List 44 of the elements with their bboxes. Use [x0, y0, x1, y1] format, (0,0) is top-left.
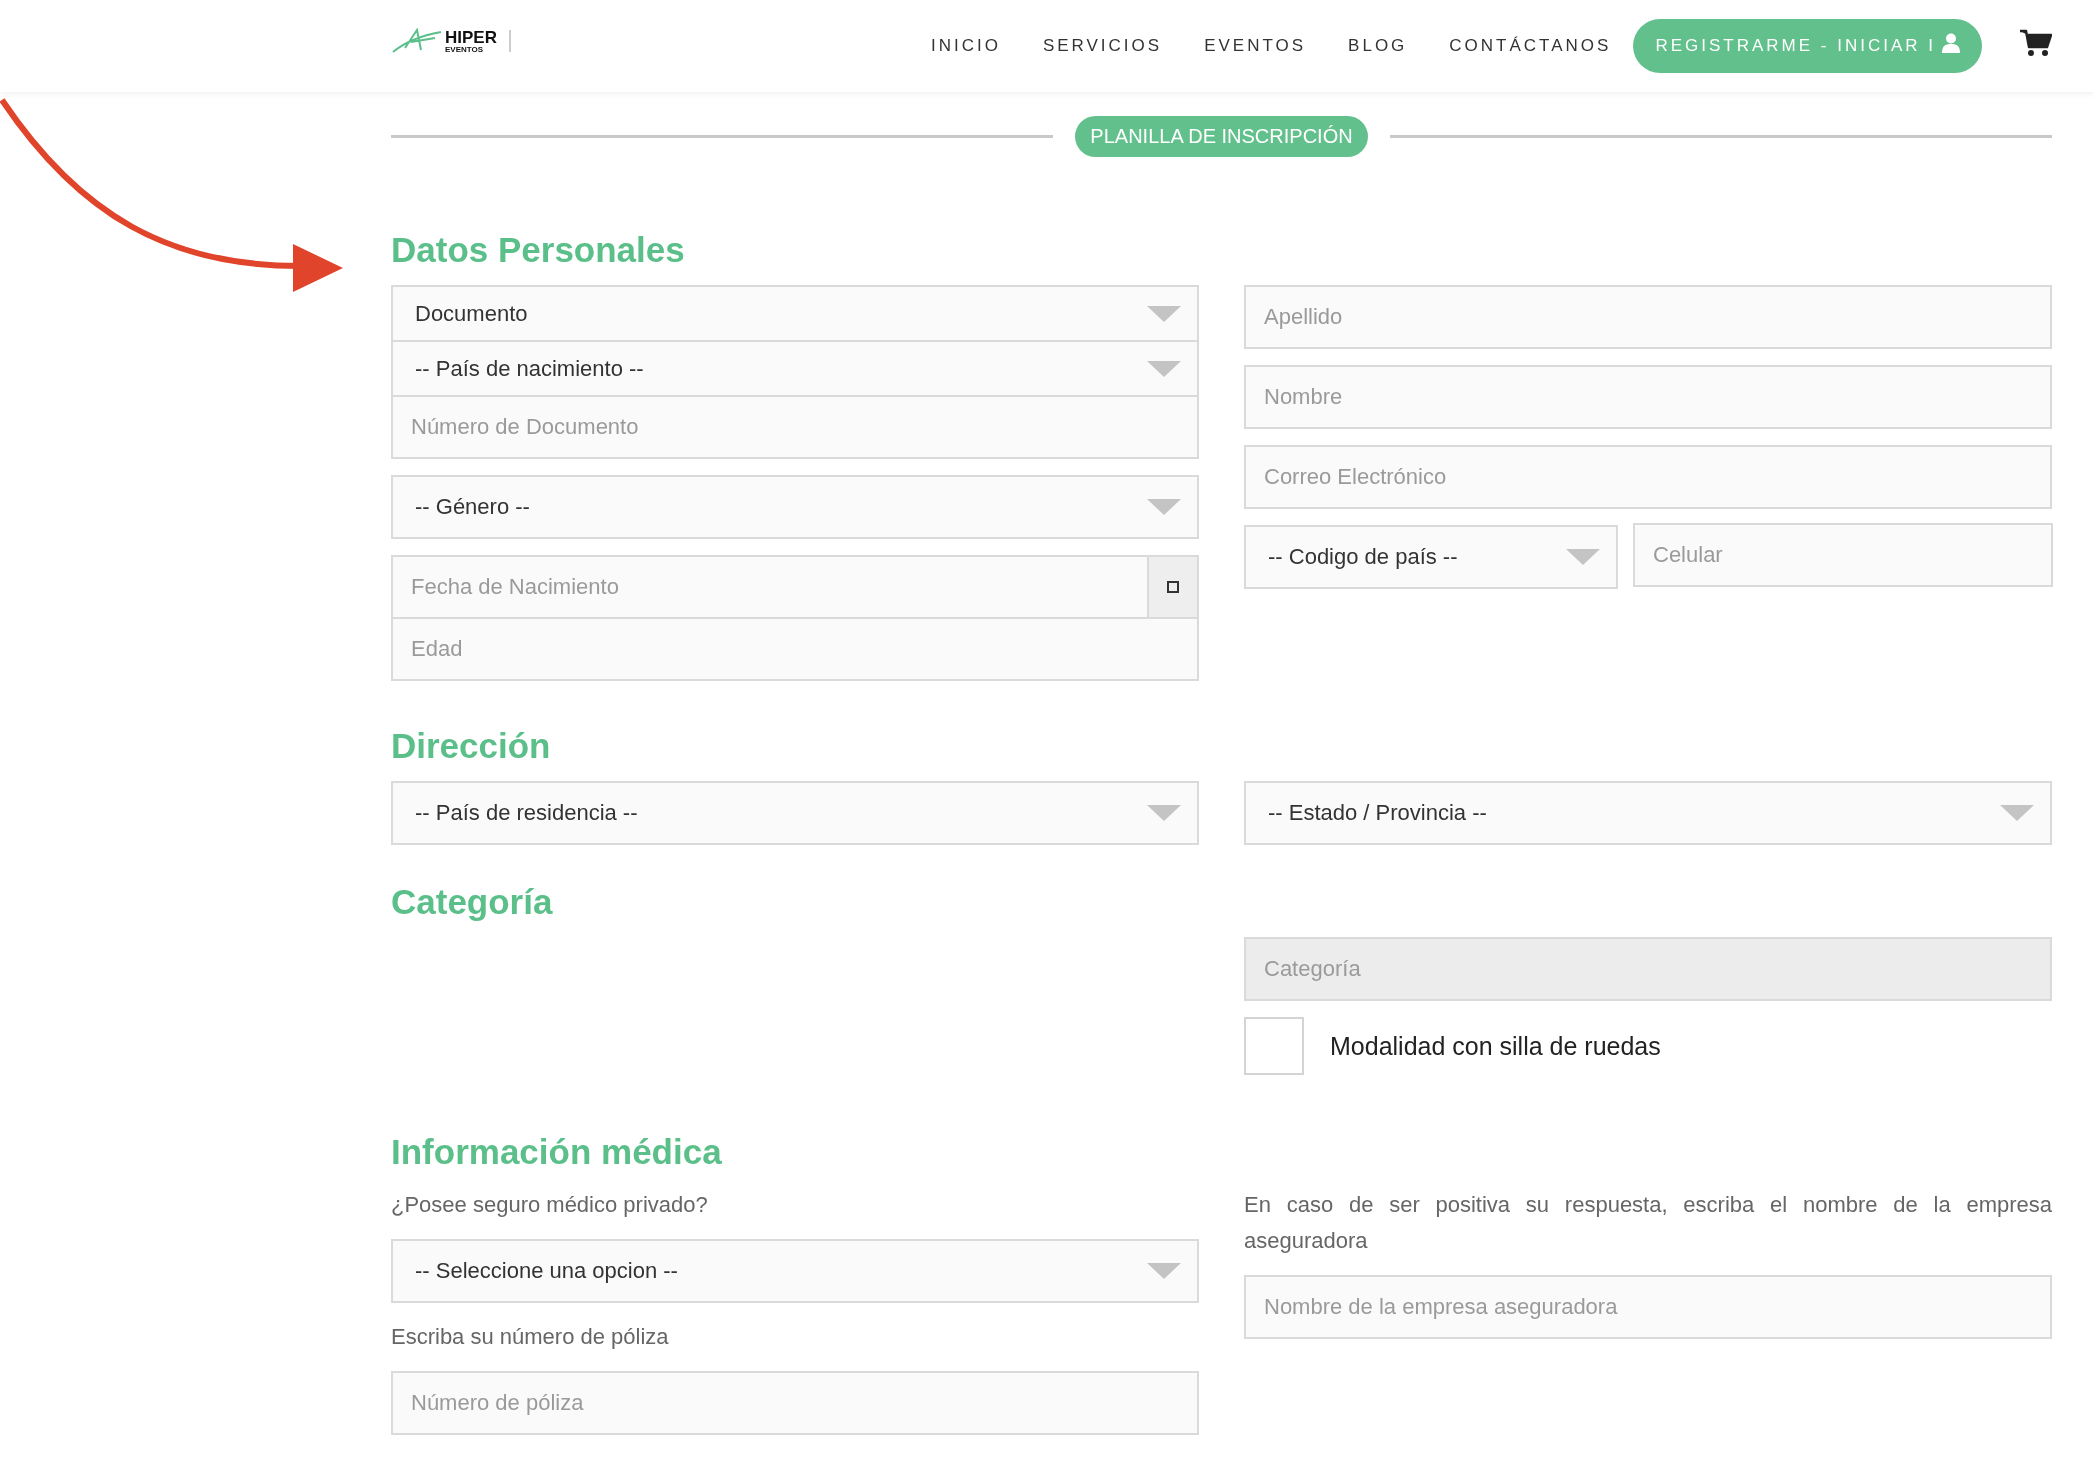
dropdown[interactable]: -- País de residencia -- — [391, 781, 1199, 845]
logo-subtitle: EVENTOS — [445, 45, 485, 54]
text-field[interactable]: Número de póliza — [391, 1371, 1199, 1435]
bird-logo-icon — [391, 28, 443, 54]
caret-icon — [2000, 805, 2034, 821]
section-badge: PLANILLA DE INSCRIPCIÓN — [1075, 116, 1368, 157]
text-field[interactable]: Nombre de la empresa aseguradora — [1244, 1275, 2052, 1339]
nav-link[interactable]: BLOG — [1348, 36, 1408, 56]
shopping-cart-icon[interactable] — [2020, 29, 2052, 57]
calendar-button[interactable] — [1147, 555, 1199, 619]
nav-link[interactable]: CONTÁCTANOS — [1449, 36, 1612, 56]
field-label: ¿Posee seguro médico privado? — [391, 1191, 709, 1219]
dropdown[interactable]: -- Seleccione una opcion -- — [391, 1239, 1199, 1303]
section-heading: Dirección — [391, 725, 552, 767]
caret-icon — [1566, 549, 1600, 565]
section-heading: Categoría — [391, 881, 554, 923]
section-heading: Datos Personales — [391, 229, 686, 271]
field-label: Escriba su número de póliza — [391, 1323, 670, 1351]
dropdown[interactable]: -- Codigo de país -- — [1244, 525, 1618, 589]
section-heading: Información médica — [391, 1131, 723, 1173]
nav-link[interactable]: SERVICIOS — [1042, 36, 1163, 56]
nav-link[interactable]: INICIO — [930, 36, 1001, 56]
field-label: En caso de ser positiva su respuesta, escriba el nombre de la empresa aseguradora — [1244, 1191, 2052, 1255]
caret-icon — [1147, 360, 1181, 377]
caret-icon — [1147, 805, 1181, 821]
user-icon — [1942, 33, 1960, 53]
checkbox[interactable] — [1244, 1017, 1304, 1075]
dropdown[interactable]: -- Estado / Provincia -- — [1244, 781, 2052, 845]
text-field[interactable]: Edad — [391, 617, 1199, 681]
caret-icon — [1147, 499, 1181, 515]
dropdown[interactable]: -- Género -- — [391, 475, 1199, 539]
text-field[interactable]: Correo Electrónico — [1244, 445, 2052, 509]
caret-icon — [1147, 305, 1181, 322]
date-field[interactable]: Fecha de Nacimiento — [391, 555, 1147, 619]
caret-icon — [1147, 1263, 1181, 1279]
text-field[interactable]: Celular — [1633, 523, 2053, 587]
nav-link[interactable]: EVENTOS — [1204, 36, 1307, 56]
checkbox-label: Modalidad con silla de ruedas — [1330, 1031, 1661, 1061]
dropdown[interactable]: Documento — [391, 285, 1199, 342]
text-field[interactable]: Número de Documento — [391, 395, 1199, 459]
dropdown[interactable]: -- País de nacimiento -- — [391, 340, 1199, 397]
text-field[interactable]: Apellido — [1244, 285, 2052, 349]
text-field[interactable]: Nombre — [1244, 365, 2052, 429]
logo-title: HIPER — [445, 28, 497, 46]
